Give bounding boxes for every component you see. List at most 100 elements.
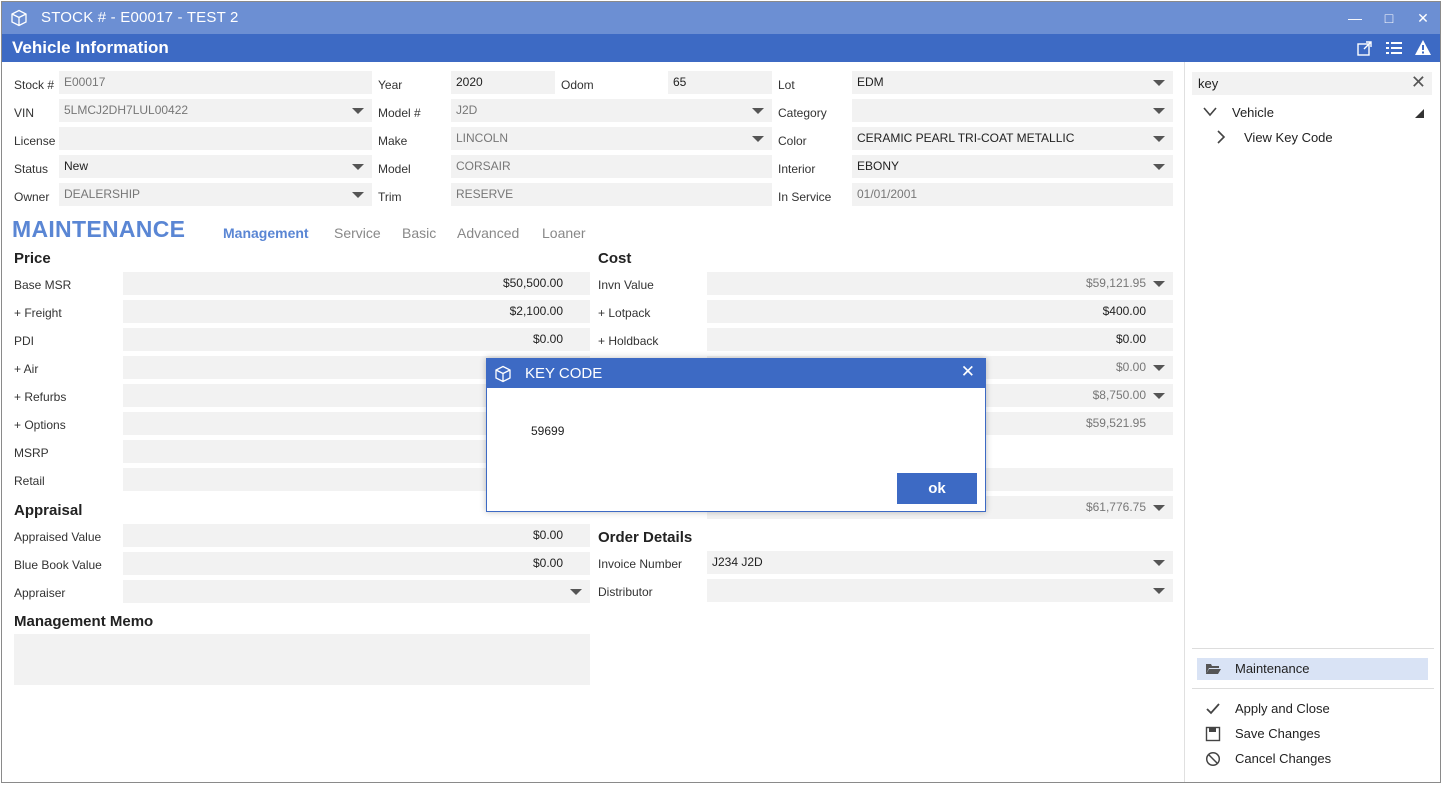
tab-basic[interactable]: Basic bbox=[402, 225, 436, 241]
vin-label: VIN bbox=[14, 106, 35, 120]
chevron-down-icon[interactable] bbox=[1203, 106, 1217, 118]
tree-item-vehicle[interactable]: Vehicle bbox=[1232, 105, 1274, 120]
divider bbox=[1192, 648, 1434, 649]
maximize-button[interactable]: □ bbox=[1374, 6, 1404, 30]
key-code-value: 59699 bbox=[531, 424, 565, 438]
tab-advanced[interactable]: Advanced bbox=[457, 225, 519, 241]
minimize-button[interactable]: — bbox=[1340, 6, 1370, 30]
invoice-number-select[interactable]: J234 J2D bbox=[707, 551, 1173, 574]
price-label: PDI bbox=[14, 334, 35, 348]
apply-and-close-button[interactable]: Apply and Close bbox=[1235, 701, 1330, 716]
chevron-down-icon bbox=[570, 589, 582, 595]
title-bar: STOCK # - E00017 - TEST 2 — □ ✕ bbox=[2, 2, 1440, 34]
chevron-down-icon bbox=[752, 136, 764, 142]
cost-label: + Lotpack bbox=[598, 306, 651, 320]
price-label: Base MSR bbox=[14, 278, 72, 292]
page-header: Vehicle Information bbox=[2, 34, 1440, 62]
model-num-label: Model # bbox=[378, 106, 421, 120]
category-select[interactable] bbox=[852, 99, 1173, 122]
lotpack-field[interactable]: $400.00 bbox=[707, 300, 1173, 323]
dialog-title-bar: KEY CODE ✕ bbox=[487, 359, 985, 388]
checkmark-icon bbox=[1206, 703, 1220, 715]
search-input[interactable]: key ✕ bbox=[1192, 72, 1432, 95]
nav-item-maintenance[interactable]: Maintenance bbox=[1197, 658, 1428, 680]
page-title: Vehicle Information bbox=[12, 38, 169, 57]
year-field[interactable]: 2020 bbox=[451, 71, 555, 94]
lot-value: EDM bbox=[857, 75, 884, 89]
maintenance-title: MAINTENANCE bbox=[12, 216, 186, 242]
make-label: Make bbox=[378, 134, 408, 148]
make-select[interactable]: LINCOLN bbox=[451, 127, 772, 150]
trim-field[interactable]: RESERVE bbox=[451, 183, 772, 206]
price-label: Retail bbox=[14, 474, 45, 488]
price-label: + Freight bbox=[14, 306, 62, 320]
category-label: Category bbox=[778, 106, 827, 120]
appraiser-select[interactable] bbox=[123, 580, 590, 603]
distributor-select[interactable] bbox=[707, 579, 1173, 602]
status-label: Status bbox=[14, 162, 49, 176]
odom-field[interactable]: 65 bbox=[668, 71, 772, 94]
invn-value-select[interactable]: $59,121.95 bbox=[707, 272, 1173, 295]
model-field[interactable]: CORSAIR bbox=[451, 155, 772, 178]
status-select[interactable]: New bbox=[59, 155, 372, 178]
chevron-down-icon bbox=[1153, 136, 1165, 142]
chevron-down-icon bbox=[1153, 281, 1165, 287]
license-label: License bbox=[14, 134, 56, 148]
price-label: MSRP bbox=[14, 446, 49, 460]
export-icon[interactable] bbox=[1356, 39, 1374, 57]
year-label: Year bbox=[378, 78, 403, 92]
cost-title: Cost bbox=[598, 250, 632, 267]
management-memo-field[interactable] bbox=[14, 634, 590, 685]
close-window-button[interactable]: ✕ bbox=[1408, 6, 1438, 30]
tab-loaner[interactable]: Loaner bbox=[542, 225, 586, 241]
invoice-number-value: J234 J2D bbox=[712, 555, 763, 569]
stock-field[interactable]: E00017 bbox=[59, 71, 372, 94]
chevron-right-icon[interactable] bbox=[1216, 130, 1226, 144]
dialog-close-button[interactable]: ✕ bbox=[961, 362, 975, 382]
owner-select[interactable]: DEALERSHIP bbox=[59, 183, 372, 206]
list-icon[interactable] bbox=[1385, 39, 1403, 57]
chevron-down-icon bbox=[1153, 108, 1165, 114]
in-service-field[interactable]: 01/01/2001 bbox=[852, 183, 1173, 206]
blue-book-field[interactable]: $0.00 bbox=[123, 552, 590, 575]
license-field[interactable] bbox=[59, 127, 372, 150]
cost-row-5-value: $8,750.00 bbox=[1092, 388, 1146, 402]
chevron-down-icon bbox=[1153, 588, 1165, 594]
tab-management[interactable]: Management bbox=[223, 225, 309, 241]
order-label: Invoice Number bbox=[598, 557, 683, 571]
lot-select[interactable]: EDM bbox=[852, 71, 1173, 94]
appraisal-label: Blue Book Value bbox=[14, 558, 102, 572]
save-changes-button[interactable]: Save Changes bbox=[1235, 726, 1320, 741]
cancel-changes-button[interactable]: Cancel Changes bbox=[1235, 751, 1331, 766]
triangle-icon bbox=[1415, 109, 1424, 118]
pdi-field[interactable]: $0.00 bbox=[123, 328, 590, 351]
freight-field[interactable]: $2,100.00 bbox=[123, 300, 590, 323]
model-num-select[interactable]: J2D bbox=[451, 99, 772, 122]
color-label: Color bbox=[778, 134, 807, 148]
cost-label: Invn Value bbox=[598, 278, 654, 292]
cancel-icon bbox=[1205, 751, 1221, 767]
vin-field[interactable]: 5LMCJ2DH7LUL00422 bbox=[59, 99, 372, 122]
search-value: key bbox=[1198, 76, 1219, 91]
clear-search-icon[interactable]: ✕ bbox=[1411, 72, 1426, 93]
ok-button[interactable]: ok bbox=[897, 473, 977, 504]
interior-select[interactable]: EBONY bbox=[852, 155, 1173, 178]
in-service-label: In Service bbox=[778, 190, 832, 204]
appraisal-label: Appraiser bbox=[14, 586, 66, 600]
appraised-value-field[interactable]: $0.00 bbox=[123, 524, 590, 547]
chevron-down-icon bbox=[1153, 365, 1165, 371]
order-title: Order Details bbox=[598, 529, 693, 546]
tab-service[interactable]: Service bbox=[334, 225, 381, 241]
warning-icon[interactable] bbox=[1414, 39, 1432, 57]
price-label: + Refurbs bbox=[14, 390, 67, 404]
base-msr-field[interactable]: $50,500.00 bbox=[123, 272, 590, 295]
color-select[interactable]: CERAMIC PEARL TRI-COAT METALLIC bbox=[852, 127, 1173, 150]
folder-open-icon bbox=[1206, 664, 1221, 674]
tree-item-view-key-code[interactable]: View Key Code bbox=[1244, 130, 1333, 145]
chevron-down-icon bbox=[352, 192, 364, 198]
holdback-field[interactable]: $0.00 bbox=[707, 328, 1173, 351]
stock-label: Stock # bbox=[14, 78, 55, 92]
order-label: Distributor bbox=[598, 585, 653, 599]
interior-label: Interior bbox=[778, 162, 816, 176]
price-title: Price bbox=[14, 250, 51, 267]
